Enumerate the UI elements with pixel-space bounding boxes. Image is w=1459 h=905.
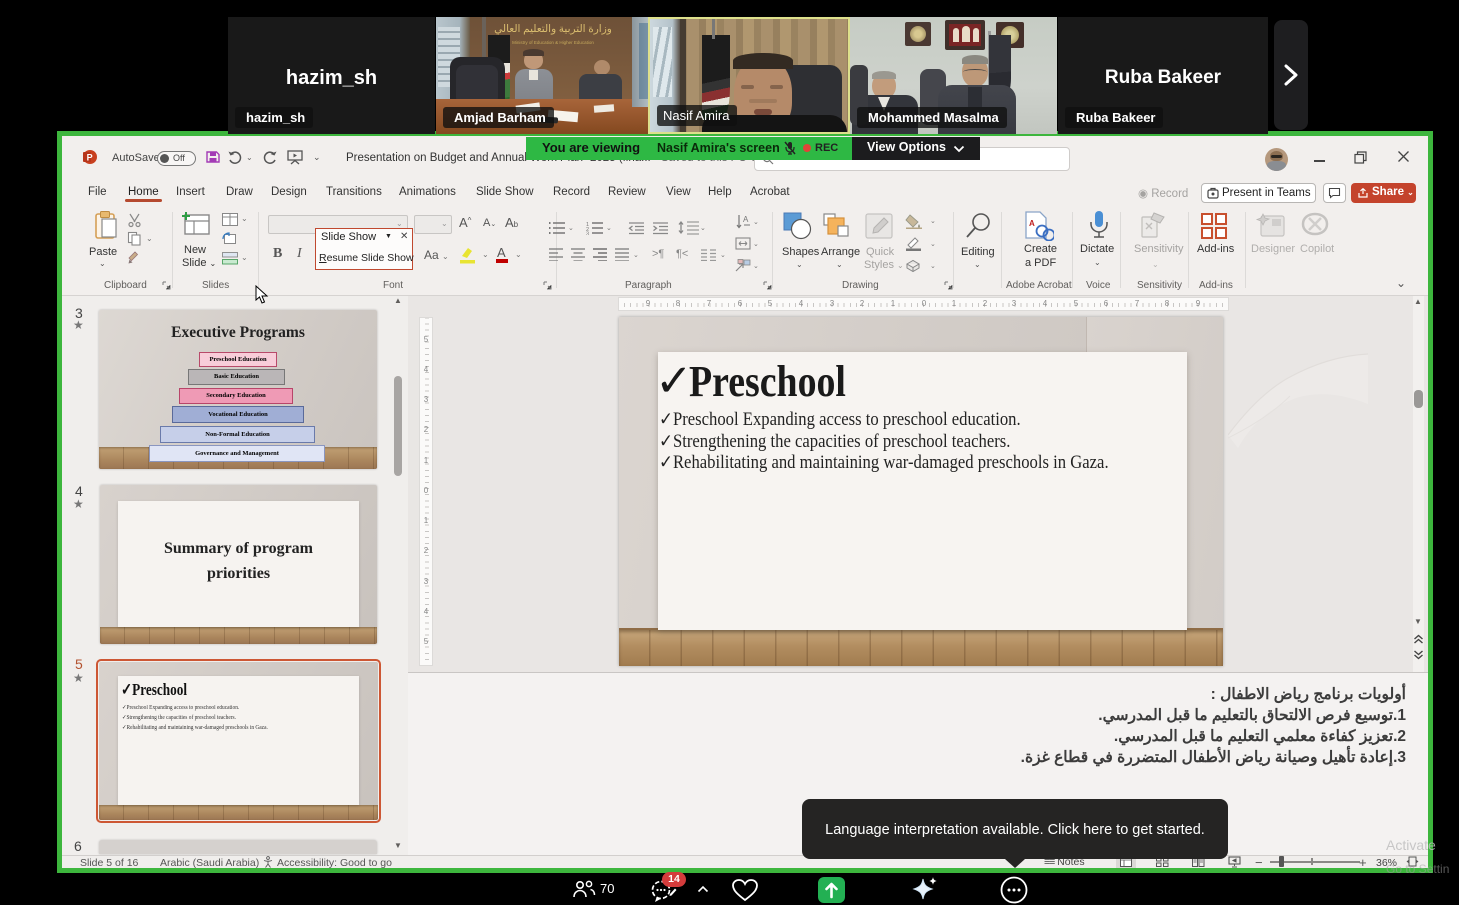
svg-text:3: 3	[586, 232, 589, 236]
svg-text:P: P	[87, 153, 93, 163]
svg-text:A: A	[1029, 219, 1035, 228]
svg-text:A: A	[743, 215, 749, 224]
